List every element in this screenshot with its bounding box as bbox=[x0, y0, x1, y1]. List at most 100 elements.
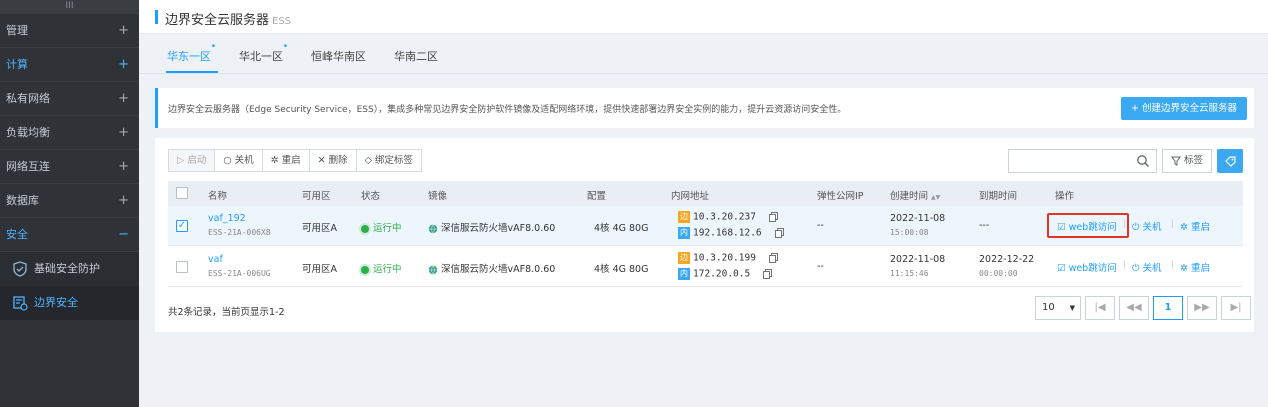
col-expire: 到期时间 bbox=[979, 191, 1018, 202]
op-separator: | bbox=[1123, 260, 1127, 270]
web-access-icon: ☑ bbox=[1057, 263, 1066, 274]
tag-filter-button[interactable]: 标签 bbox=[1162, 149, 1212, 173]
edge-ip-tag: 边 bbox=[678, 252, 690, 264]
sidebar-item-vpc[interactable]: 私有网络 + bbox=[0, 82, 139, 116]
restart-icon: ✲ bbox=[1180, 222, 1188, 233]
instance-id: ESS-21A-006X8 bbox=[208, 228, 271, 237]
restart-icon: ✲ bbox=[1180, 263, 1188, 274]
expand-icon: + bbox=[118, 91, 129, 106]
tab-south-china-2[interactable]: 华南二区 bbox=[394, 48, 438, 64]
created-date: 2022-11-08 bbox=[890, 213, 946, 224]
tab-east-china-1[interactable]: 华东一区 • bbox=[167, 42, 216, 64]
instance-name-link[interactable]: vaf_192 bbox=[208, 213, 246, 224]
col-created[interactable]: 创建时间 ▲▼ bbox=[890, 188, 940, 202]
first-page-button[interactable]: |◀ bbox=[1085, 296, 1115, 320]
copy-icon[interactable] bbox=[774, 228, 784, 238]
restart-link[interactable]: ✲ 重启 bbox=[1180, 219, 1210, 233]
active-tab-underline bbox=[166, 71, 218, 73]
zone-value: 可用区A bbox=[302, 223, 337, 234]
restart-link[interactable]: ✲ 重启 bbox=[1180, 260, 1210, 274]
status-dot-icon bbox=[361, 265, 369, 274]
boundary-security-icon bbox=[13, 296, 28, 311]
instance-name-link[interactable]: vaf bbox=[208, 254, 223, 265]
sidebar: III 管理 + 计算 + 私有网络 + 负载均衡 + 网络互连 + 数据库 + 安全 − 基… bbox=[0, 0, 139, 407]
shutdown-button[interactable]: ○ 关机 bbox=[215, 150, 263, 171]
expand-icon: + bbox=[118, 159, 129, 174]
page-title-suffix: ESS bbox=[272, 16, 292, 27]
title-accent-bar bbox=[155, 10, 158, 24]
web-access-link[interactable]: ☑ web跳访问 bbox=[1057, 260, 1117, 274]
sidebar-subitem-boundary-security[interactable]: 边界安全 bbox=[0, 286, 139, 320]
config-value: 4核 4G 80G bbox=[594, 264, 649, 275]
copy-icon[interactable] bbox=[769, 253, 778, 263]
image-value: 深信服云防火墙vAF8.0.60 bbox=[428, 261, 555, 275]
sidebar-item-label: 数据库 bbox=[6, 194, 39, 207]
tab-north-china-1[interactable]: 华北一区 • bbox=[239, 42, 288, 64]
sort-icon[interactable]: ▲▼ bbox=[931, 194, 940, 201]
select-all-checkbox[interactable] bbox=[176, 187, 188, 199]
col-config: 配置 bbox=[587, 191, 607, 202]
description-text: 边界安全云服务器（Edge Security Service，ESS），集成多种… bbox=[168, 105, 847, 115]
shutdown-link[interactable]: ⏻ 关机 bbox=[1132, 260, 1162, 274]
page-title: 边界安全云服务器 ESS bbox=[165, 13, 292, 28]
col-status: 状态 bbox=[361, 191, 381, 202]
col-name: 名称 bbox=[208, 191, 228, 202]
shield-check-icon bbox=[13, 261, 27, 277]
globe-icon bbox=[428, 265, 438, 275]
row-checkbox[interactable] bbox=[176, 261, 188, 273]
page-size-select[interactable]: 10 ▼ bbox=[1035, 296, 1081, 320]
sidebar-collapse-handle[interactable]: III bbox=[0, 0, 139, 14]
tab-hengfeng-south[interactable]: 恒峰华南区 bbox=[311, 48, 366, 64]
sidebar-item-load-balancing[interactable]: 负载均衡 + bbox=[0, 116, 139, 150]
image-value: 深信服云防火墙vAF8.0.60 bbox=[428, 220, 555, 234]
sidebar-item-database[interactable]: 数据库 + bbox=[0, 184, 139, 218]
restart-button[interactable]: ✲ 重启 bbox=[263, 150, 310, 171]
expire-time: 00:00:00 bbox=[979, 269, 1018, 278]
bind-tag-button[interactable]: ◇ 绑定标签 bbox=[357, 150, 421, 171]
internal-ip-tag: 内 bbox=[678, 227, 690, 239]
config-value: 4核 4G 80G bbox=[594, 223, 649, 234]
next-page-button[interactable]: ▶▶ bbox=[1187, 296, 1217, 320]
edge-ip-tag: 边 bbox=[678, 211, 690, 223]
sidebar-item-label: 网络互连 bbox=[6, 160, 50, 173]
globe-icon bbox=[428, 224, 438, 234]
page-number-button[interactable]: 1 bbox=[1153, 296, 1183, 320]
sidebar-subitem-label: 边界安全 bbox=[34, 296, 78, 309]
sidebar-item-management[interactable]: 管理 + bbox=[0, 14, 139, 48]
intranet-ip-internal: 内 172.20.0.5 bbox=[678, 268, 773, 280]
search-icon[interactable] bbox=[1136, 154, 1150, 168]
sidebar-item-label: 计算 bbox=[6, 58, 28, 71]
col-zone: 可用区 bbox=[302, 191, 331, 202]
description-box: 边界安全云服务器（Edge Security Service，ESS），集成多种… bbox=[155, 88, 1254, 128]
created-time: 15:00:08 bbox=[890, 228, 929, 237]
sidebar-item-security[interactable]: 安全 − bbox=[0, 218, 139, 252]
tag-icon-button[interactable] bbox=[1217, 149, 1243, 173]
intranet-ip-edge: 边 10.3.20.199 bbox=[678, 252, 778, 264]
chevron-down-icon: ▼ bbox=[1069, 304, 1075, 312]
shutdown-link[interactable]: ⏻ 关机 bbox=[1132, 219, 1162, 233]
created-time: 11:15:46 bbox=[890, 269, 929, 278]
op-separator: | bbox=[1171, 219, 1175, 229]
intranet-ip-internal: 内 192.168.12.6 bbox=[678, 227, 784, 239]
sidebar-item-compute[interactable]: 计算 + bbox=[0, 48, 139, 82]
last-page-button[interactable]: ▶| bbox=[1221, 296, 1251, 320]
copy-icon[interactable] bbox=[763, 269, 773, 279]
status-badge: 运行中 bbox=[361, 261, 402, 275]
table-row[interactable]: vaf ESS-21A-006UG 可用区A 运行中 深信服云防火墙vAF8.0… bbox=[168, 247, 1243, 287]
copy-icon[interactable] bbox=[769, 212, 778, 222]
intranet-ip-edge: 边 10.3.20.237 bbox=[678, 211, 778, 223]
table-header: 名称 可用区 状态 镜像 配置 内网地址 弹性公网IP 创建时间 ▲▼ 到期时间… bbox=[168, 181, 1243, 206]
delete-button[interactable]: ✕ 删除 bbox=[310, 150, 357, 171]
sidebar-item-interconnect[interactable]: 网络互连 + bbox=[0, 150, 139, 184]
sidebar-subitem-basic-protection[interactable]: 基础安全防护 bbox=[0, 252, 139, 286]
instance-id: ESS-21A-006UG bbox=[208, 269, 271, 278]
start-button[interactable]: ▷ 启动 bbox=[169, 150, 216, 171]
collapse-icon: − bbox=[118, 227, 129, 242]
status-badge: 运行中 bbox=[361, 220, 402, 234]
prev-page-button[interactable]: ◀◀ bbox=[1119, 296, 1149, 320]
pagination: 10 ▼ |◀ ◀◀ 1 ▶▶ ▶| bbox=[1035, 296, 1251, 320]
row-checkbox[interactable]: ✓ bbox=[176, 220, 188, 232]
create-ess-button[interactable]: + 创建边界安全云服务器 bbox=[1121, 97, 1247, 120]
record-count: 共2条记录，当前页显示1-2 bbox=[168, 307, 285, 318]
search-input[interactable] bbox=[1008, 149, 1157, 173]
